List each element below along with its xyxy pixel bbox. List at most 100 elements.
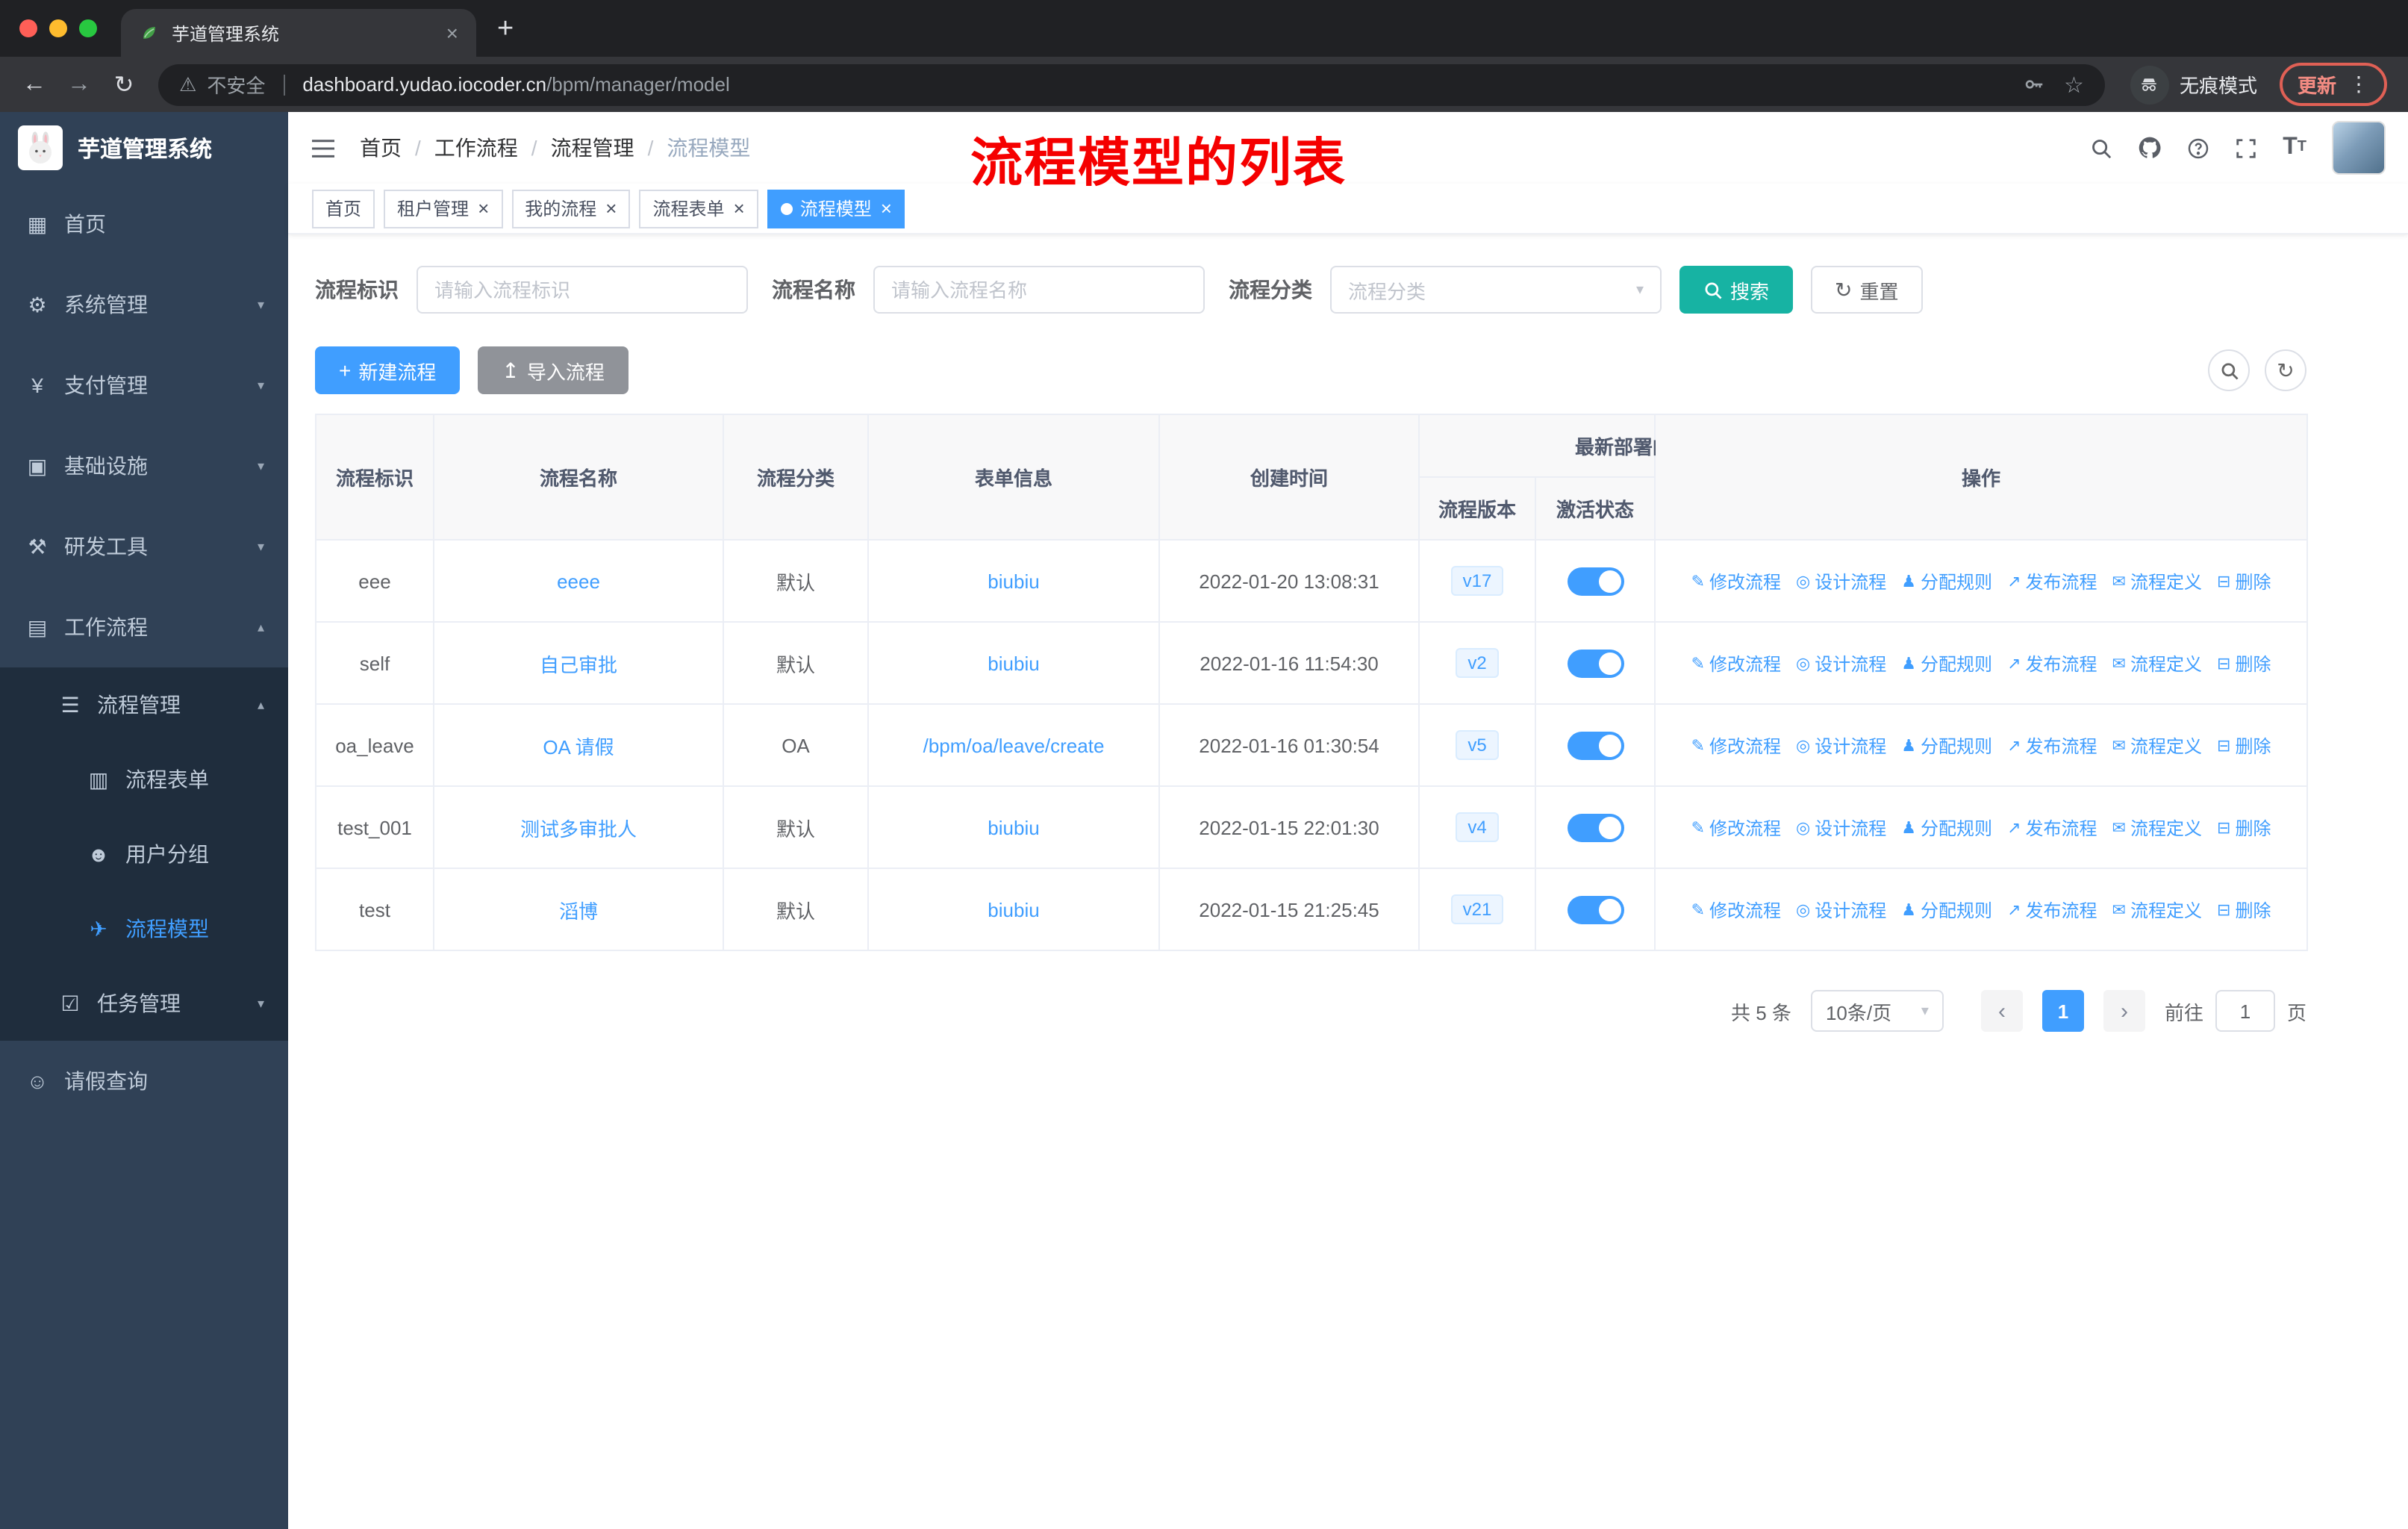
close-window-button[interactable] bbox=[19, 19, 37, 37]
modify-action-link[interactable]: ✎ 修改流程 bbox=[1691, 732, 1781, 758]
form-info-link[interactable]: biubiu bbox=[988, 816, 1039, 838]
refresh-table-button[interactable]: ↻ bbox=[2265, 349, 2306, 391]
process-name-input[interactable] bbox=[873, 266, 1205, 314]
avatar[interactable] bbox=[2332, 121, 2386, 175]
search-button[interactable]: 搜索 bbox=[1679, 266, 1794, 314]
security-label[interactable]: 不安全 bbox=[207, 70, 265, 99]
design-action-link[interactable]: ◎ 设计流程 bbox=[1796, 568, 1886, 594]
process-name-link[interactable]: 滔博 bbox=[559, 900, 598, 922]
active-toggle[interactable] bbox=[1567, 895, 1623, 924]
current-page-button[interactable]: 1 bbox=[2042, 990, 2084, 1032]
publish-action-link[interactable]: ↗ 发布流程 bbox=[2007, 897, 2097, 922]
view-tag[interactable]: 首页 bbox=[312, 189, 375, 228]
breadcrumb-item[interactable]: 工作流程 bbox=[434, 133, 518, 163]
breadcrumb-item[interactable]: 流程管理 bbox=[551, 133, 634, 163]
definition-action-link[interactable]: ✉ 流程定义 bbox=[2112, 650, 2202, 676]
github-icon[interactable] bbox=[2138, 136, 2162, 160]
design-action-link[interactable]: ◎ 设计流程 bbox=[1796, 815, 1886, 840]
breadcrumb-item[interactable]: 首页 bbox=[360, 133, 402, 163]
sidebar-item-infrastructure[interactable]: ▣ 基础设施 ▾ bbox=[0, 426, 288, 506]
process-name-link[interactable]: 自己审批 bbox=[540, 653, 617, 676]
sidebar-item-process-form[interactable]: ▥ 流程表单 bbox=[0, 742, 288, 817]
address-bar[interactable]: ⚠ 不安全 dashboard.yudao.iocoder.cn/bpm/man… bbox=[158, 63, 2105, 105]
browser-tab[interactable]: 芋道管理系统 × bbox=[121, 9, 476, 57]
sidebar-item-payment-management[interactable]: ¥ 支付管理 ▾ bbox=[0, 345, 288, 426]
definition-action-link[interactable]: ✉ 流程定义 bbox=[2112, 897, 2202, 922]
design-action-link[interactable]: ◎ 设计流程 bbox=[1796, 650, 1886, 676]
definition-action-link[interactable]: ✉ 流程定义 bbox=[2112, 568, 2202, 594]
zoom-window-button[interactable] bbox=[79, 19, 97, 37]
delete-action-link[interactable]: ⊟ 删除 bbox=[2217, 568, 2271, 594]
forward-button[interactable]: → bbox=[57, 62, 102, 107]
active-toggle[interactable] bbox=[1567, 649, 1623, 677]
import-process-button[interactable]: ↥ 导入流程 bbox=[478, 346, 628, 394]
process-category-select[interactable]: 流程分类 ▾ bbox=[1330, 266, 1662, 314]
active-toggle[interactable] bbox=[1567, 567, 1623, 595]
browser-menu-icon[interactable]: ⋮ bbox=[2348, 72, 2369, 97]
new-tab-button[interactable]: + bbox=[497, 13, 514, 46]
sidebar-item-process-model[interactable]: ✈ 流程模型 bbox=[0, 891, 288, 966]
back-button[interactable]: ← bbox=[12, 62, 57, 107]
form-info-link[interactable]: biubiu bbox=[988, 652, 1039, 674]
design-action-link[interactable]: ◎ 设计流程 bbox=[1796, 732, 1886, 758]
publish-action-link[interactable]: ↗ 发布流程 bbox=[2007, 732, 2097, 758]
active-toggle[interactable] bbox=[1567, 813, 1623, 841]
process-name-link[interactable]: 测试多审批人 bbox=[520, 818, 637, 840]
tag-close-icon[interactable]: × bbox=[605, 197, 617, 219]
tab-close-icon[interactable]: × bbox=[446, 21, 458, 45]
reset-button[interactable]: ↻ 重置 bbox=[1811, 266, 1923, 314]
prev-page-button[interactable]: ‹ bbox=[1980, 990, 2023, 1032]
form-info-link[interactable]: biubiu bbox=[988, 898, 1039, 921]
password-key-icon[interactable] bbox=[2022, 73, 2044, 96]
modify-action-link[interactable]: ✎ 修改流程 bbox=[1691, 897, 1781, 922]
sidebar-item-process-management[interactable]: ☰ 流程管理 ▴ bbox=[0, 667, 288, 742]
app-logo[interactable]: 芋道管理系统 bbox=[0, 112, 288, 184]
view-tag[interactable]: 我的流程 × bbox=[511, 189, 631, 228]
view-tag[interactable]: 租户管理 × bbox=[384, 189, 503, 228]
delete-action-link[interactable]: ⊟ 删除 bbox=[2217, 897, 2271, 922]
publish-action-link[interactable]: ↗ 发布流程 bbox=[2007, 568, 2097, 594]
form-info-link[interactable]: biubiu bbox=[988, 570, 1039, 592]
sidebar-item-leave-query[interactable]: ☺ 请假查询 bbox=[0, 1041, 288, 1121]
modify-action-link[interactable]: ✎ 修改流程 bbox=[1691, 568, 1781, 594]
minimize-window-button[interactable] bbox=[49, 19, 67, 37]
create-process-button[interactable]: + 新建流程 bbox=[315, 346, 461, 394]
assign-action-link[interactable]: ♟ 分配规则 bbox=[1901, 897, 1992, 922]
sidebar-item-dev-tools[interactable]: ⚒ 研发工具 ▾ bbox=[0, 506, 288, 587]
sidebar-item-user-group[interactable]: ☻ 用户分组 bbox=[0, 817, 288, 891]
publish-action-link[interactable]: ↗ 发布流程 bbox=[2007, 650, 2097, 676]
toggle-search-button[interactable] bbox=[2208, 349, 2250, 391]
definition-action-link[interactable]: ✉ 流程定义 bbox=[2112, 732, 2202, 758]
reload-button[interactable]: ↻ bbox=[102, 62, 146, 107]
assign-action-link[interactable]: ♟ 分配规则 bbox=[1901, 568, 1992, 594]
font-size-icon[interactable]: TT bbox=[2283, 135, 2306, 160]
sidebar-item-home[interactable]: ▦ 首页 bbox=[0, 184, 288, 264]
next-page-button[interactable]: › bbox=[2103, 990, 2145, 1032]
assign-action-link[interactable]: ♟ 分配规则 bbox=[1901, 650, 1992, 676]
update-button[interactable]: 更新 ⋮ bbox=[2279, 63, 2387, 106]
sidebar-item-workflow[interactable]: ▤ 工作流程 ▴ bbox=[0, 587, 288, 667]
bookmark-star-icon[interactable]: ☆ bbox=[2064, 71, 2084, 98]
form-info-link[interactable]: /bpm/oa/leave/create bbox=[923, 734, 1105, 756]
modify-action-link[interactable]: ✎ 修改流程 bbox=[1691, 650, 1781, 676]
view-tag[interactable]: 流程模型 × bbox=[767, 189, 905, 228]
fullscreen-icon[interactable] bbox=[2235, 137, 2257, 159]
tag-close-icon[interactable]: × bbox=[478, 197, 489, 219]
assign-action-link[interactable]: ♟ 分配规则 bbox=[1901, 732, 1992, 758]
active-toggle[interactable] bbox=[1567, 731, 1623, 759]
page-size-select[interactable]: 10条/页 ▾ bbox=[1810, 990, 1944, 1032]
goto-page-input[interactable] bbox=[2215, 990, 2275, 1032]
search-icon[interactable] bbox=[2090, 137, 2112, 159]
view-tag[interactable]: 流程表单 × bbox=[639, 189, 758, 228]
tag-close-icon[interactable]: × bbox=[881, 197, 892, 219]
design-action-link[interactable]: ◎ 设计流程 bbox=[1796, 897, 1886, 922]
process-name-link[interactable]: OA 请假 bbox=[543, 735, 614, 758]
delete-action-link[interactable]: ⊟ 删除 bbox=[2217, 650, 2271, 676]
assign-action-link[interactable]: ♟ 分配规则 bbox=[1901, 815, 1992, 840]
sidebar-item-system-management[interactable]: ⚙ 系统管理 ▾ bbox=[0, 264, 288, 345]
help-icon[interactable] bbox=[2187, 137, 2209, 159]
tag-close-icon[interactable]: × bbox=[734, 197, 745, 219]
delete-action-link[interactable]: ⊟ 删除 bbox=[2217, 732, 2271, 758]
definition-action-link[interactable]: ✉ 流程定义 bbox=[2112, 815, 2202, 840]
modify-action-link[interactable]: ✎ 修改流程 bbox=[1691, 815, 1781, 840]
